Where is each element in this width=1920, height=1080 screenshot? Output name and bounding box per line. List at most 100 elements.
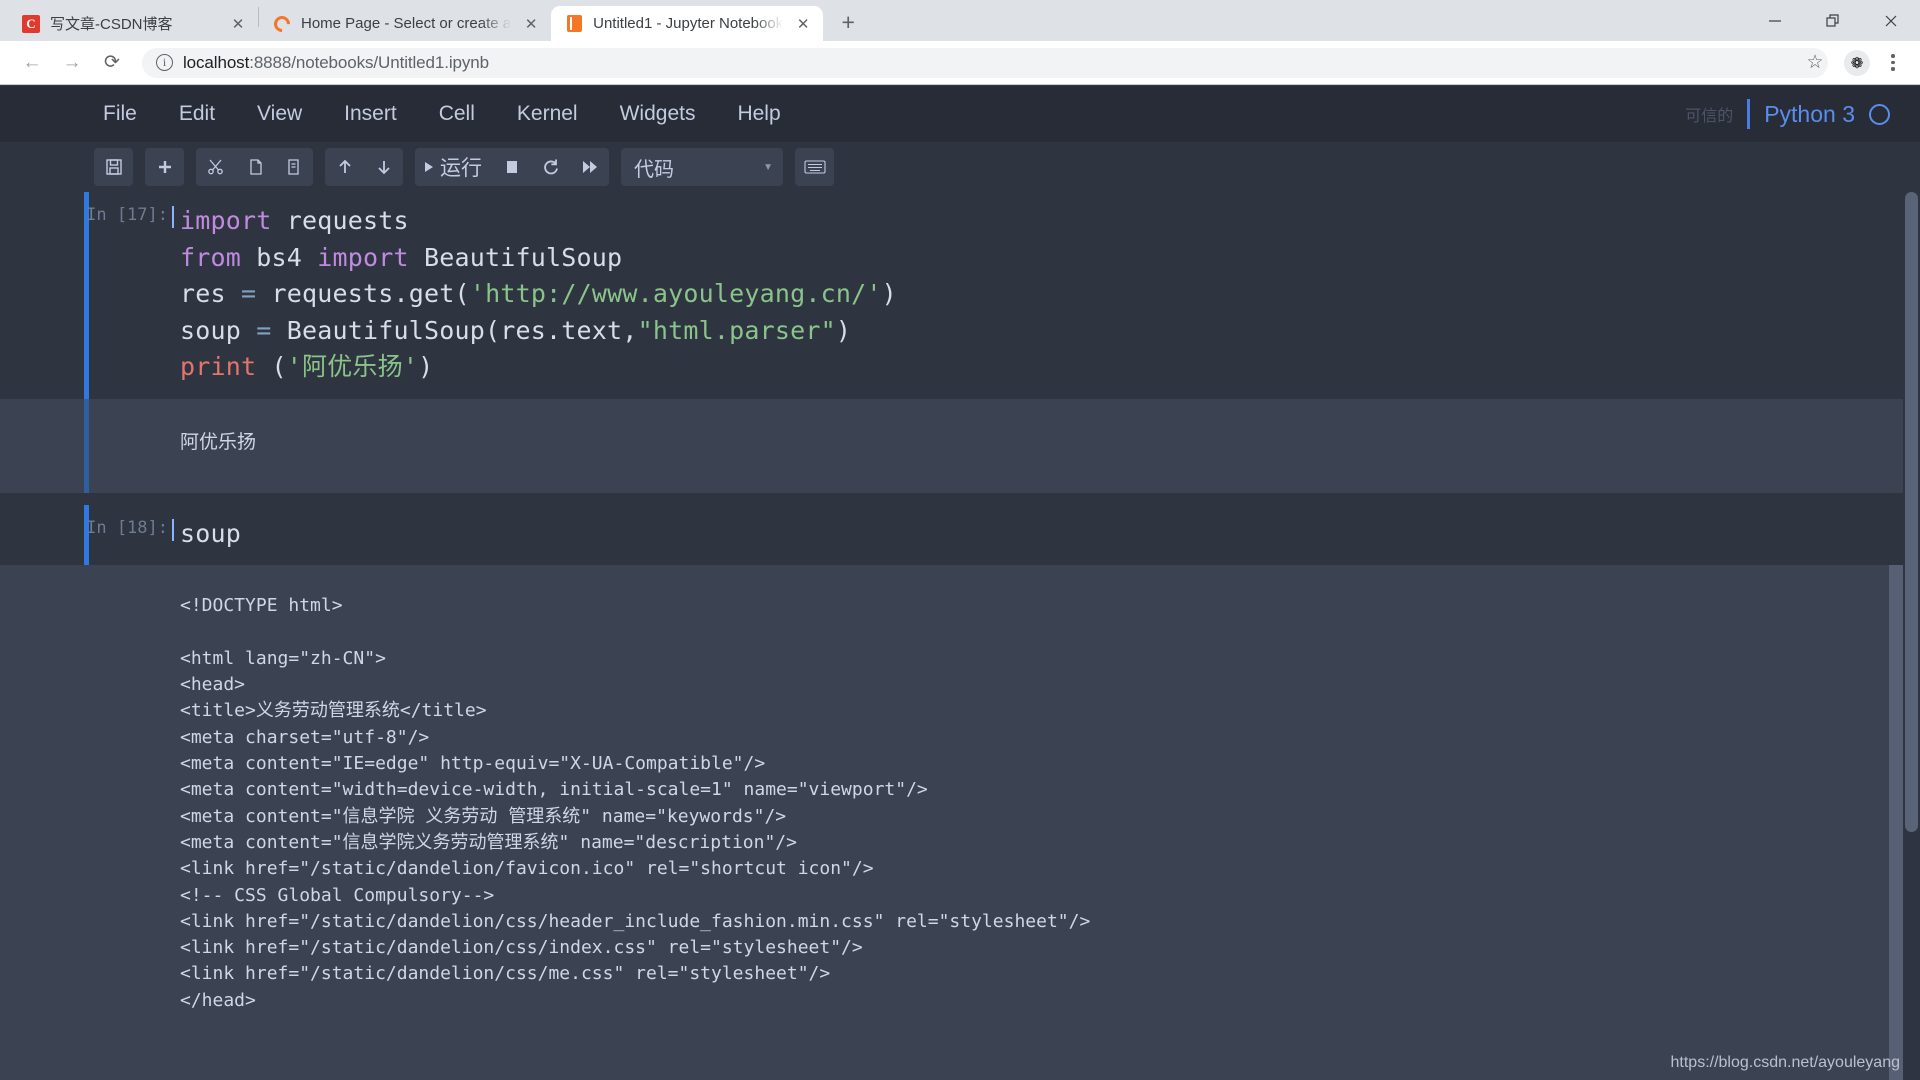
cell-prompt: In [17]:	[0, 192, 180, 399]
jupyter-notebook-page: File Edit View Insert Cell Kernel Widget…	[0, 86, 1920, 1080]
copy-icon[interactable]	[235, 148, 274, 186]
keyboard-icon[interactable]	[795, 148, 834, 186]
menu-file[interactable]: File	[82, 96, 158, 132]
site-info-icon[interactable]: i	[156, 54, 173, 71]
code-token: requests	[286, 206, 409, 235]
code-cell-1[interactable]: In [17]: import requests from bs4 import…	[0, 192, 1920, 399]
menu-insert[interactable]: Insert	[323, 96, 418, 132]
cell-editor-1[interactable]: import requests from bs4 import Beautifu…	[180, 192, 1920, 399]
menu-edit[interactable]: Edit	[158, 96, 236, 132]
arrow-down-icon[interactable]	[364, 148, 403, 186]
notebook-menubar: File Edit View Insert Cell Kernel Widget…	[0, 86, 1920, 142]
notebook-icon	[565, 15, 583, 33]
run-group: 运行	[415, 148, 609, 186]
menu-widgets[interactable]: Widgets	[599, 96, 717, 132]
close-icon[interactable]: ✕	[228, 14, 248, 34]
move-group	[325, 148, 403, 186]
code-token: )	[418, 352, 434, 381]
menu-view[interactable]: View	[236, 96, 323, 132]
restart-icon[interactable]	[531, 148, 570, 186]
profile-avatar[interactable]: ❁	[1844, 49, 1870, 76]
stream-output-text: 阿优乐扬	[180, 430, 257, 453]
output-scrollbar[interactable]	[1889, 565, 1903, 1080]
arrow-up-icon[interactable]	[325, 148, 364, 186]
notebook-body[interactable]: In [17]: import requests from bs4 import…	[0, 192, 1920, 1080]
address-bar[interactable]: i localhost:8888/notebooks/Untitled1.ipy…	[142, 47, 1828, 78]
code-token: 'http://www.ayouleyang.cn/'	[469, 279, 882, 308]
window-controls	[1746, 0, 1920, 41]
save-group	[94, 148, 133, 186]
cell-type-value: 代码	[634, 158, 674, 181]
code-token: "html.parser"	[637, 315, 836, 345]
code-token: =	[256, 315, 287, 345]
minimize-button[interactable]	[1746, 0, 1804, 41]
fast-forward-icon[interactable]	[570, 148, 609, 186]
bookmark-star-icon[interactable]: ☆	[1798, 46, 1832, 80]
code-token: '阿优乐扬'	[286, 352, 419, 381]
url-text: localhost:8888/notebooks/Untitled1.ipynb	[183, 53, 489, 73]
reload-icon[interactable]: ⟳	[94, 45, 130, 81]
scissors-icon[interactable]	[196, 148, 235, 186]
code-token: soup	[180, 315, 257, 345]
browser-tab-1[interactable]: C 写文章-CSDN博客 ✕	[8, 6, 258, 41]
close-icon[interactable]: ✕	[793, 14, 813, 34]
code-token: BeautifulSoup(res.text,	[286, 315, 638, 345]
cell-type-select[interactable]: 代码 ▼	[621, 148, 783, 186]
page-scrollbar-track[interactable]	[1903, 192, 1920, 1080]
clipboard-group	[196, 148, 313, 186]
code-token: import	[180, 206, 287, 235]
code-token: )	[835, 315, 852, 345]
url-host: localhost	[183, 52, 250, 72]
chrome-menu-icon[interactable]	[1878, 46, 1908, 80]
insert-group	[145, 148, 184, 186]
close-icon[interactable]: ✕	[521, 14, 541, 34]
maximize-button[interactable]	[1804, 0, 1862, 41]
tab-title: 写文章-CSDN博客	[50, 16, 173, 33]
code-token: res	[180, 279, 242, 308]
url-path: :8888/notebooks/Untitled1.ipynb	[249, 52, 490, 72]
browser-tab-3[interactable]: Untitled1 - Jupyter Notebook ✕	[551, 6, 824, 41]
code-token: =	[241, 279, 272, 308]
paste-icon[interactable]	[274, 148, 313, 186]
code-cell-2[interactable]: In [18]: soup	[0, 504, 1920, 566]
code-token: requests.get(	[271, 279, 470, 308]
chevron-down-icon: ▼	[763, 161, 773, 173]
cell-prompt: In [18]:	[0, 505, 180, 566]
add-icon[interactable]	[145, 148, 184, 186]
code-token: bs4	[256, 242, 318, 272]
kernel-name[interactable]: Python 3	[1764, 101, 1855, 128]
browser-toolbar: ← → ⟳ i localhost:8888/notebooks/Untitle…	[0, 41, 1920, 85]
code-token: from	[180, 242, 257, 272]
palette-group	[795, 148, 834, 186]
kernel-status-icon	[1869, 103, 1890, 125]
result-output-text: <!DOCTYPE html> <html lang="zh-CN"> <hea…	[180, 595, 1091, 1011]
kernel-indicator-group: 可信的 Python 3	[1685, 99, 1890, 129]
menu-help[interactable]: Help	[716, 96, 801, 132]
menu-kernel[interactable]: Kernel	[496, 96, 599, 132]
cell-prompt-label: In [18]:	[86, 517, 168, 538]
browser-window: C 写文章-CSDN博客 ✕ Home Page - Select or cre…	[0, 0, 1920, 1080]
page-scrollbar-thumb[interactable]	[1905, 192, 1918, 832]
notebook-toolbar: 运行 代码 ▼	[0, 142, 1920, 192]
cell-spacer	[0, 492, 1920, 505]
new-tab-button[interactable]: +	[831, 5, 865, 39]
csdn-icon: C	[22, 14, 40, 33]
forward-icon[interactable]: →	[54, 45, 90, 81]
text-cursor	[172, 518, 174, 541]
stop-icon[interactable]	[492, 148, 531, 186]
back-icon[interactable]: ←	[14, 45, 50, 81]
run-label: 运行	[440, 157, 482, 180]
tab-title: Untitled1 - Jupyter Notebook	[593, 15, 784, 32]
divider	[1747, 99, 1751, 129]
cell-prompt-label: In [17]:	[86, 205, 168, 225]
text-cursor	[172, 206, 174, 228]
browser-tab-2[interactable]: Home Page - Select or create a ✕	[259, 6, 551, 41]
save-icon[interactable]	[94, 148, 133, 186]
close-window-button[interactable]	[1862, 0, 1920, 41]
run-button[interactable]: 运行	[415, 148, 492, 186]
code-token: )	[881, 279, 897, 308]
menu-cell[interactable]: Cell	[418, 96, 496, 132]
cell-editor-2[interactable]: soup	[180, 505, 1920, 566]
tab-title: Home Page - Select or create a	[301, 15, 512, 32]
code-token: (	[271, 352, 287, 381]
